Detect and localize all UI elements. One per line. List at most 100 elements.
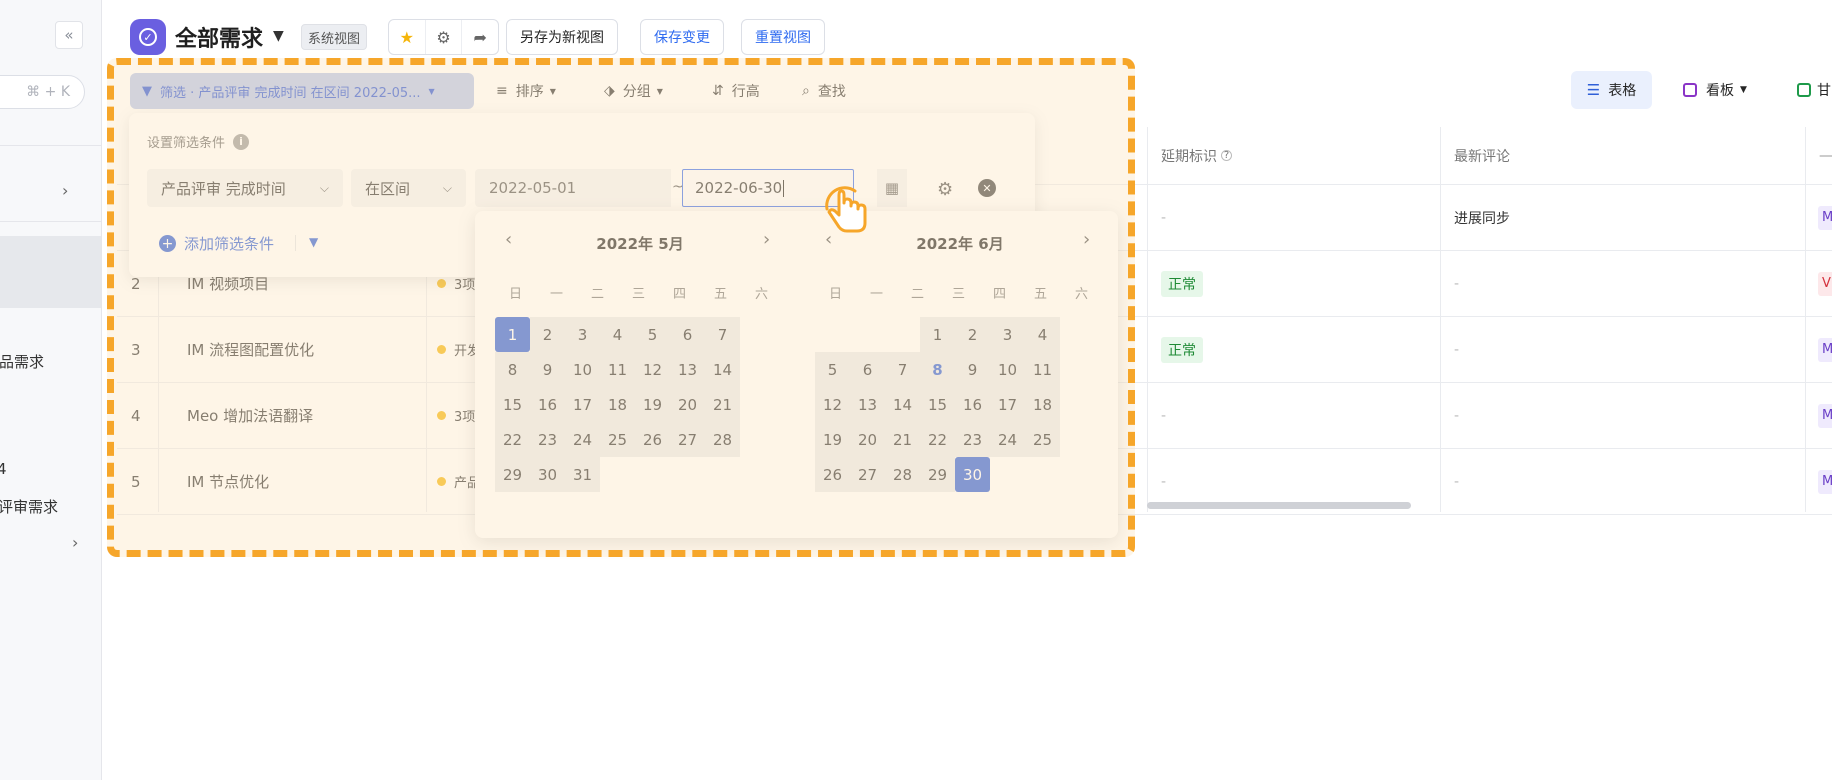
- calendar-day[interactable]: 21: [705, 387, 740, 422]
- calendar-day[interactable]: 18: [600, 387, 635, 422]
- find-button[interactable]: ⌕ 查找: [802, 73, 846, 109]
- filter-field-select[interactable]: 产品评审 完成时间 ⌵: [147, 169, 343, 207]
- calendar-day[interactable]: 7: [705, 317, 740, 352]
- calendar-day[interactable]: 28: [705, 422, 740, 457]
- calendar-day[interactable]: 10: [990, 352, 1025, 387]
- collapse-sidebar-button[interactable]: «: [55, 21, 83, 49]
- calendar-day[interactable]: 22: [495, 422, 530, 457]
- next-month-icon[interactable]: ›: [763, 229, 770, 250]
- save-changes-button[interactable]: 保存变更: [640, 19, 724, 55]
- chevron-right-icon[interactable]: ›: [62, 181, 68, 200]
- calendar-day[interactable]: 15: [920, 387, 955, 422]
- calendar-day[interactable]: 24: [565, 422, 600, 457]
- sort-button[interactable]: ≡ 排序 ▼: [496, 73, 556, 109]
- calendar-day[interactable]: 30: [530, 457, 565, 492]
- calendar-day[interactable]: 29: [920, 457, 955, 492]
- row-title[interactable]: IM 节点优化: [187, 449, 269, 514]
- calendar-day[interactable]: 3: [990, 317, 1025, 352]
- horizontal-scrollbar[interactable]: [1147, 502, 1411, 509]
- calendar-day[interactable]: 6: [670, 317, 705, 352]
- gear-icon[interactable]: ⚙: [426, 20, 463, 54]
- calendar-day[interactable]: 20: [850, 422, 885, 457]
- caret-down-icon[interactable]: ▼: [309, 235, 318, 249]
- group-button[interactable]: ⬗ 分组 ▼: [604, 73, 663, 109]
- calendar-day[interactable]: 5: [815, 352, 850, 387]
- calendar-day[interactable]: 23: [530, 422, 565, 457]
- chevron-right-icon[interactable]: ›: [72, 533, 78, 552]
- calendar-icon[interactable]: ▦: [877, 169, 907, 207]
- calendar-day[interactable]: 27: [670, 422, 705, 457]
- calendar-day[interactable]: 7: [885, 352, 920, 387]
- calendar-day[interactable]: 2: [530, 317, 565, 352]
- calendar-day[interactable]: 8: [495, 352, 530, 387]
- filter-operator-select[interactable]: 在区间 ⌵: [351, 169, 466, 207]
- star-icon[interactable]: ★: [389, 20, 426, 54]
- gear-icon[interactable]: ⚙: [937, 179, 953, 200]
- filter-button[interactable]: ▼ 筛选 · 产品评审 完成时间 在区间 2022-05... ▼: [130, 73, 474, 109]
- close-icon[interactable]: ✕: [978, 179, 996, 197]
- calendar-day[interactable]: 24: [990, 422, 1025, 457]
- start-date-input[interactable]: 2022-05-01: [475, 169, 671, 207]
- row-title[interactable]: IM 流程图配置优化: [187, 317, 314, 382]
- sidebar-item[interactable]: 4: [0, 460, 7, 478]
- calendar-day[interactable]: 22: [920, 422, 955, 457]
- row-title[interactable]: Meo 增加法语翻译: [187, 383, 313, 448]
- reset-view-button[interactable]: 重置视图: [741, 19, 825, 55]
- calendar-day[interactable]: 14: [705, 352, 740, 387]
- calendar-day[interactable]: 15: [495, 387, 530, 422]
- calendar-day[interactable]: 16: [530, 387, 565, 422]
- info-icon[interactable]: i: [233, 133, 250, 150]
- calendar-day[interactable]: 11: [1025, 352, 1060, 387]
- calendar-day[interactable]: 9: [955, 352, 990, 387]
- sidebar-item-active[interactable]: [0, 236, 101, 308]
- calendar-day[interactable]: 5: [635, 317, 670, 352]
- calendar-day[interactable]: 19: [815, 422, 850, 457]
- calendar-day[interactable]: 6: [850, 352, 885, 387]
- calendar-day[interactable]: 13: [850, 387, 885, 422]
- calendar-day[interactable]: 4: [600, 317, 635, 352]
- calendar-day[interactable]: 14: [885, 387, 920, 422]
- calendar-day[interactable]: 31: [565, 457, 600, 492]
- row-height-button[interactable]: ⇵ 行高: [712, 73, 760, 109]
- calendar-day[interactable]: 21: [885, 422, 920, 457]
- calendar-day[interactable]: 1: [920, 317, 955, 352]
- view-tab-table[interactable]: ☰ 表格: [1571, 71, 1652, 109]
- sidebar-item[interactable]: 评审需求: [0, 496, 58, 517]
- calendar-day[interactable]: 23: [955, 422, 990, 457]
- calendar-day[interactable]: 10: [565, 352, 600, 387]
- calendar-day[interactable]: 26: [815, 457, 850, 492]
- calendar-day[interactable]: 19: [635, 387, 670, 422]
- calendar-day[interactable]: 8: [920, 352, 955, 387]
- column-header-more[interactable]: —: [1819, 127, 1832, 184]
- calendar-day[interactable]: 29: [495, 457, 530, 492]
- next-month-icon[interactable]: ›: [1083, 229, 1090, 250]
- calendar-day[interactable]: 2: [955, 317, 990, 352]
- calendar-day[interactable]: 27: [850, 457, 885, 492]
- calendar-day[interactable]: 3: [565, 317, 600, 352]
- calendar-day[interactable]: 1: [495, 317, 530, 352]
- view-tab-kanban[interactable]: 看板 ▼: [1683, 71, 1747, 109]
- caret-down-icon[interactable]: ▼: [273, 28, 284, 44]
- calendar-day[interactable]: 12: [815, 387, 850, 422]
- calendar-day[interactable]: 13: [670, 352, 705, 387]
- column-header-delay[interactable]: 延期标识 ?: [1161, 127, 1232, 184]
- calendar-day[interactable]: 17: [990, 387, 1025, 422]
- sidebar-search[interactable]: ⌘ + K: [0, 75, 85, 109]
- view-tab-gantt[interactable]: 甘: [1797, 71, 1831, 109]
- calendar-day[interactable]: 25: [600, 422, 635, 457]
- calendar-day[interactable]: 18: [1025, 387, 1060, 422]
- calendar-day[interactable]: 12: [635, 352, 670, 387]
- calendar-day[interactable]: 16: [955, 387, 990, 422]
- calendar-day[interactable]: 25: [1025, 422, 1060, 457]
- calendar-day[interactable]: 4: [1025, 317, 1060, 352]
- save-as-new-view-button[interactable]: 另存为新视图: [506, 19, 618, 55]
- column-header-comment[interactable]: 最新评论: [1454, 127, 1510, 184]
- sidebar-item[interactable]: 品需求: [0, 351, 44, 372]
- add-filter-condition-button[interactable]: + 添加筛选条件: [159, 233, 274, 254]
- calendar-day[interactable]: 26: [635, 422, 670, 457]
- calendar-day[interactable]: 9: [530, 352, 565, 387]
- calendar-day[interactable]: 28: [885, 457, 920, 492]
- calendar-day[interactable]: 11: [600, 352, 635, 387]
- calendar-day[interactable]: 30: [955, 457, 990, 492]
- calendar-day[interactable]: 17: [565, 387, 600, 422]
